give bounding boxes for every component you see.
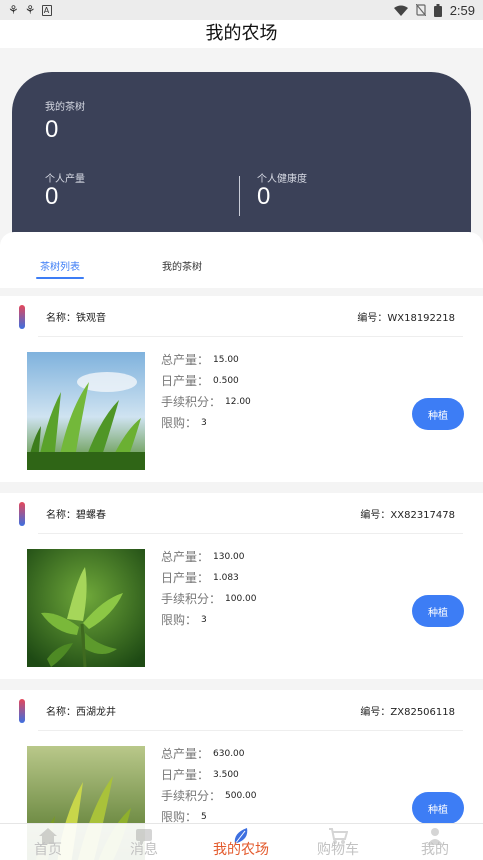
- nav-profile-label: 我的: [421, 842, 449, 858]
- card-separator: [38, 730, 463, 731]
- nav-messages[interactable]: 消息: [96, 824, 192, 860]
- no-sim-icon: [415, 4, 426, 16]
- fee-points-value: 12.00: [225, 396, 251, 407]
- nav-my-farm-label: 我的农场: [213, 842, 269, 858]
- my-trees-value: 0: [45, 116, 59, 143]
- nav-messages-label: 消息: [130, 842, 158, 858]
- purchase-limit-value: 3: [201, 417, 207, 428]
- tea-card: 名称：铁观音 编号：WX18192218 总产量： 15.00 日产量： 0.500…: [0, 296, 483, 482]
- wifi-icon: [393, 5, 408, 16]
- tea-name: 名称：西湖龙井: [46, 707, 116, 718]
- total-output-value: 630.00: [213, 748, 245, 759]
- fee-points-label: 手续积分：: [161, 789, 222, 803]
- daily-output-value: 1.083: [213, 572, 239, 583]
- personal-health-value: 0: [257, 183, 271, 210]
- tea-name: 名称：铁观音: [46, 313, 106, 324]
- fee-points-label: 手续积分：: [161, 592, 222, 606]
- total-output-label: 总产量：: [161, 353, 210, 367]
- purchase-limit-value: 3: [201, 614, 207, 625]
- total-output-label: 总产量：: [161, 747, 210, 761]
- tea-stats: 总产量： 15.00 日产量： 0.500 手续积分： 12.00 限购： 3: [161, 349, 251, 433]
- total-output-row: 总产量： 15.00: [161, 349, 251, 370]
- daily-output-label: 日产量：: [161, 768, 210, 782]
- a-box-icon: A: [41, 4, 52, 16]
- daily-output-row: 日产量： 0.500: [161, 370, 251, 391]
- fee-points-label: 手续积分：: [161, 395, 222, 409]
- fee-points-value: 500.00: [225, 790, 257, 801]
- status-left-icons: ⚘ ⚘ A: [8, 4, 52, 16]
- status-right-icons: 2:59: [393, 2, 475, 18]
- farm-summary-card: 我的茶树 0 个人产量 0 个人健康度 0: [12, 72, 471, 237]
- nav-home-label: 首页: [34, 842, 62, 858]
- nav-home[interactable]: 首页: [0, 824, 96, 860]
- purchase-limit-row: 限购： 3: [161, 609, 257, 630]
- purchase-limit-value: 5: [201, 811, 207, 822]
- tea-stats: 总产量： 130.00 日产量： 1.083 手续积分： 100.00 限购： 3: [161, 546, 257, 630]
- card-separator: [38, 533, 463, 534]
- card-marker: [19, 305, 25, 329]
- daily-output-label: 日产量：: [161, 571, 210, 585]
- fee-points-value: 100.00: [225, 593, 257, 604]
- bug-icon: ⚘: [8, 3, 19, 17]
- tab-my-trees[interactable]: 我的茶树: [162, 258, 202, 273]
- daily-output-row: 日产量： 3.500: [161, 764, 257, 785]
- tea-code: 编号：XX82317478: [360, 510, 455, 521]
- tea-code: 编号：WX18192218: [357, 313, 455, 324]
- daily-output-value: 0.500: [213, 375, 239, 386]
- fee-points-row: 手续积分： 100.00: [161, 588, 257, 609]
- tea-photo: [27, 549, 145, 667]
- tea-code: 编号：ZX82506118: [360, 707, 455, 718]
- page-title: 我的农场: [205, 23, 278, 44]
- nav-profile[interactable]: 我的: [387, 824, 483, 860]
- status-bar: ⚘ ⚘ A 2:59: [0, 0, 483, 20]
- tabs-panel: 茶树列表 我的茶树: [0, 232, 483, 288]
- purchase-limit-row: 限购： 3: [161, 412, 251, 433]
- total-output-value: 130.00: [213, 551, 245, 562]
- tab-tea-list[interactable]: 茶树列表: [40, 258, 80, 273]
- total-output-row: 总产量： 630.00: [161, 743, 257, 764]
- plant-button[interactable]: 种植: [412, 792, 464, 824]
- status-time: 2:59: [449, 2, 475, 18]
- total-output-value: 15.00: [213, 354, 239, 365]
- card-marker: [19, 502, 25, 526]
- plant-button[interactable]: 种植: [412, 595, 464, 627]
- daily-output-row: 日产量： 1.083: [161, 567, 257, 588]
- nav-my-farm[interactable]: 我的农场: [193, 824, 289, 860]
- summary-divider: [239, 176, 240, 216]
- tea-stats: 总产量： 630.00 日产量： 3.500 手续积分： 500.00 限购： 5: [161, 743, 257, 827]
- my-trees-label: 我的茶树: [45, 102, 85, 113]
- personal-output-value: 0: [45, 183, 59, 210]
- purchase-limit-label: 限购：: [161, 416, 198, 430]
- tea-card: 名称：碧螺春 编号：XX82317478 总产量： 130.00 日产量： 1.08…: [0, 493, 483, 679]
- nav-cart[interactable]: 购物车: [290, 824, 386, 860]
- bug-icon: ⚘: [24, 3, 36, 17]
- fee-points-row: 手续积分： 12.00: [161, 391, 251, 412]
- total-output-label: 总产量：: [161, 550, 210, 564]
- tea-photo: [27, 352, 145, 470]
- fee-points-row: 手续积分： 500.00: [161, 785, 257, 806]
- card-marker: [19, 699, 25, 723]
- daily-output-value: 3.500: [213, 769, 239, 780]
- page-header: 我的农场: [0, 20, 483, 48]
- tea-name: 名称：碧螺春: [46, 510, 106, 521]
- daily-output-label: 日产量：: [161, 374, 210, 388]
- tab-active-indicator: [36, 277, 84, 279]
- card-separator: [38, 336, 463, 337]
- total-output-row: 总产量： 130.00: [161, 546, 257, 567]
- bottom-nav: 首页 消息 我的农场 购物车 我的: [0, 823, 483, 860]
- nav-cart-label: 购物车: [317, 842, 359, 858]
- battery-icon: [433, 3, 442, 17]
- purchase-limit-label: 限购：: [161, 613, 198, 627]
- plant-button[interactable]: 种植: [412, 398, 464, 430]
